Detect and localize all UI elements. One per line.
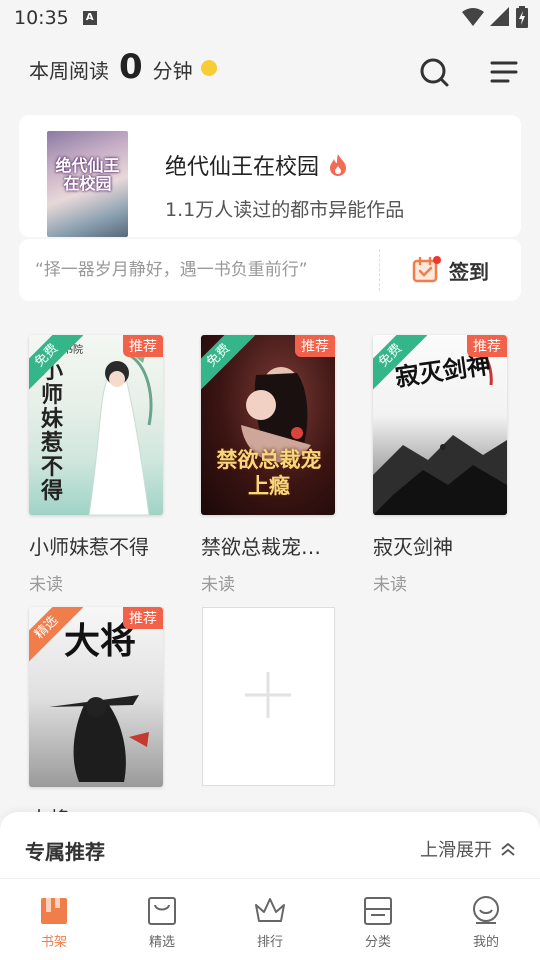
double-chevron-up-icon: [501, 842, 515, 856]
book-title: 禁欲总裁宠…: [201, 535, 321, 559]
nav-category[interactable]: 分类: [324, 879, 432, 960]
status-icons: [462, 6, 528, 28]
book-item[interactable]: 大将 精选 推荐 大将: [29, 607, 165, 832]
book-title: 小师妹惹不得: [29, 535, 149, 559]
featured-book-cover: 绝代仙王在校园: [47, 131, 128, 237]
cover-title: 小师妹惹不得: [41, 358, 64, 504]
recommendation-title: 专属推荐: [25, 840, 105, 864]
coin-icon: [200, 60, 217, 76]
add-book-button[interactable]: [202, 607, 335, 786]
book-status: 未读: [29, 575, 63, 595]
recommend-tag: 推荐: [123, 607, 163, 629]
nav-label: 精选: [148, 935, 175, 950]
profile-icon: [473, 896, 499, 924]
menu-button[interactable]: [486, 54, 522, 90]
nav-label: 书架: [40, 935, 67, 950]
expand-hint[interactable]: 上滑展开: [420, 836, 516, 862]
recommendation-sheet[interactable]: 专属推荐 上滑展开: [0, 812, 540, 882]
battery-icon: [516, 6, 528, 28]
cell-signal-icon: [490, 7, 509, 26]
featured-subtitle: 1.1万人读过的都市异能作品: [165, 199, 405, 221]
nav-featured[interactable]: 精选: [108, 879, 216, 960]
featured-title: 绝代仙王在校园: [165, 155, 320, 180]
book-item[interactable]: 寂灭剑神 免费 推荐 寂灭剑神 未读: [373, 335, 509, 595]
recommend-tag: 推荐: [123, 335, 163, 357]
bookshelf-icon: [41, 898, 67, 924]
signin-label: 签到: [449, 259, 489, 284]
plus-icon: [245, 672, 291, 718]
book-cover: 寂灭剑神 免费 推荐: [373, 335, 507, 515]
status-time: 10:35: [14, 7, 69, 29]
nav-label: 分类: [364, 935, 391, 950]
book-status: 未读: [373, 575, 407, 595]
nav-label: 我的: [472, 935, 499, 950]
bag-icon: [148, 897, 176, 925]
quote-signin-bar: “择一器岁月静好，遇一书负重前行” 签到: [19, 239, 521, 301]
nav-bookshelf[interactable]: 书架: [0, 879, 108, 960]
book-item[interactable]: 禁欲总裁宠上瘾 免费 推荐 禁欲总裁宠… 未读: [201, 335, 337, 595]
nav-ranking[interactable]: 排行: [216, 879, 324, 960]
weekly-reading-stats[interactable]: 本周阅读 0 分钟: [29, 47, 217, 87]
header: 本周阅读 0 分钟: [0, 44, 540, 100]
nav-label: 排行: [256, 935, 283, 950]
daily-quote: “择一器岁月静好，遇一书负重前行”: [35, 260, 308, 280]
wifi-icon: [462, 8, 484, 26]
recommend-tag: 推荐: [467, 335, 507, 357]
crown-icon: [255, 898, 285, 922]
book-status: 未读: [201, 575, 235, 595]
minutes-unit: 分钟: [152, 59, 193, 83]
featured-cover-title: 绝代仙王在校园: [55, 156, 120, 193]
featured-title-row: 绝代仙王在校园: [165, 149, 349, 181]
nav-profile[interactable]: 我的: [432, 879, 540, 960]
expand-label: 上滑展开: [420, 840, 492, 861]
book-item[interactable]: 小师妹惹不得 书院 免费 推荐 小师妹惹不得 未读: [29, 335, 165, 595]
notification-a-icon: A: [82, 11, 97, 25]
featured-book-card[interactable]: 绝代仙王在校园 绝代仙王在校园 1.1万人读过的都市异能作品: [19, 115, 521, 237]
book-cover: 小师妹惹不得 书院 免费 推荐: [29, 335, 163, 515]
hot-flame-icon: [330, 154, 347, 176]
category-icon: [364, 897, 392, 925]
reading-label: 本周阅读: [29, 59, 109, 83]
cover-title: 禁欲总裁宠上瘾: [216, 447, 322, 498]
search-button[interactable]: [416, 54, 452, 90]
bottom-nav: 书架 精选 排行 分类 我的: [0, 878, 540, 960]
recommend-tag: 推荐: [295, 335, 335, 357]
reading-minutes: 0: [119, 47, 143, 87]
search-icon: [420, 58, 449, 87]
status-bar: 10:35 A: [0, 0, 540, 36]
divider: [379, 249, 380, 291]
book-cover: 禁欲总裁宠上瘾 免费 推荐: [201, 335, 335, 515]
menu-icon: [490, 61, 518, 83]
book-title: 寂灭剑神: [373, 535, 453, 559]
signin-button[interactable]: 签到: [411, 253, 489, 287]
book-cover: 大将 精选 推荐: [29, 607, 163, 787]
calendar-checkin-icon: [412, 256, 441, 283]
